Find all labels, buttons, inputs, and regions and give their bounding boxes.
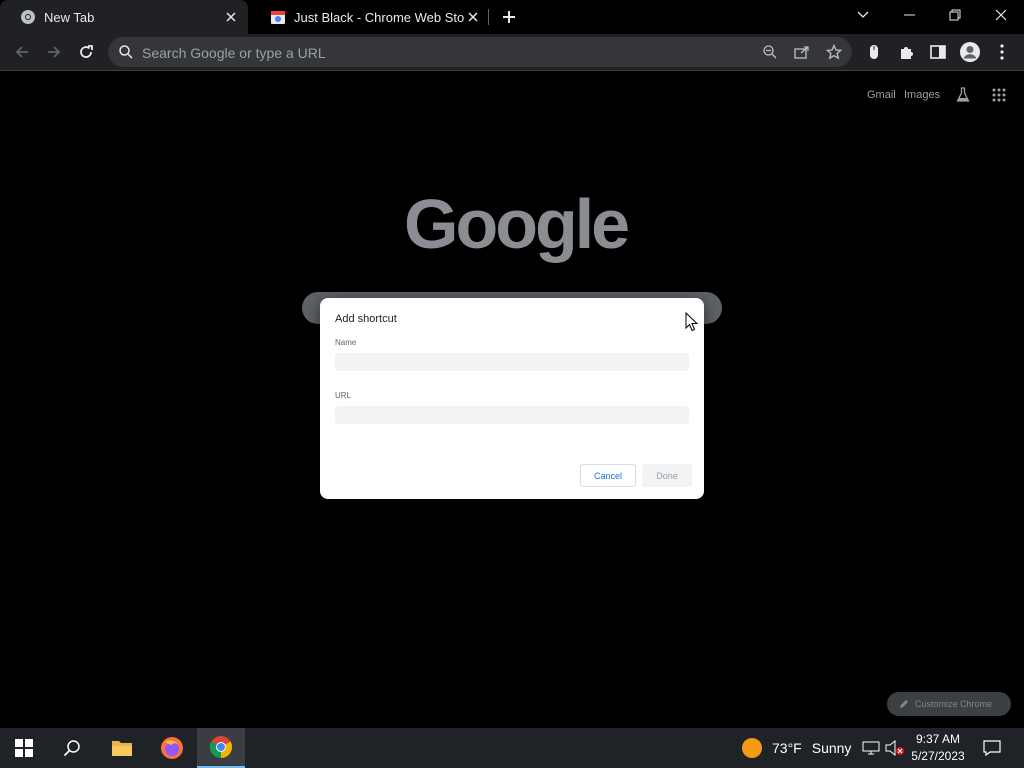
reload-button[interactable] — [74, 40, 98, 64]
chrome-icon — [20, 9, 36, 25]
search-icon — [63, 740, 80, 757]
system-clock[interactable]: 9:37 AM 5/27/2023 — [906, 731, 970, 765]
pencil-icon — [899, 699, 909, 709]
side-panel-button[interactable] — [926, 40, 950, 64]
gmail-link[interactable]: Gmail — [867, 89, 896, 101]
url-label: URL — [335, 391, 352, 400]
taskbar-search-button[interactable] — [48, 728, 96, 768]
weather-widget[interactable]: 73°F Sunny — [742, 728, 851, 768]
zoom-button[interactable] — [760, 42, 780, 62]
google-logo-text: Google — [404, 185, 630, 263]
firefox-button[interactable] — [148, 728, 196, 768]
web-store-icon — [270, 9, 286, 25]
close-window-button[interactable] — [978, 0, 1024, 30]
tab-separator — [488, 9, 489, 25]
clock-date: 5/27/2023 — [911, 749, 965, 763]
images-link[interactable]: Images — [904, 89, 940, 101]
restore-icon — [949, 9, 961, 21]
share-icon — [794, 46, 809, 59]
cancel-button[interactable]: Cancel — [580, 464, 636, 487]
url-field[interactable] — [335, 406, 689, 424]
minimize-button[interactable] — [886, 0, 932, 30]
puzzle-icon — [901, 47, 913, 59]
sun-icon — [742, 738, 762, 758]
omnibox-placeholder: Search Google or type a URL — [142, 45, 326, 61]
tab-search-button[interactable] — [840, 0, 886, 30]
customize-label: Customize Chrome — [915, 699, 993, 709]
mouse-cursor — [685, 311, 699, 332]
arrow-right-icon — [48, 46, 61, 58]
arrow-left-icon — [15, 46, 28, 58]
star-icon — [826, 44, 842, 60]
forward-button[interactable] — [42, 40, 66, 64]
toolbar: Search Google or type a URL — [0, 34, 1024, 71]
share-button[interactable] — [792, 42, 812, 62]
tab-new-tab[interactable]: New Tab — [0, 0, 248, 34]
weather-condition: Sunny — [811, 740, 852, 756]
avatar-icon — [960, 42, 980, 62]
tab-just-black[interactable]: Just Black - Chrome Web Store — [250, 0, 490, 34]
folder-icon — [112, 741, 132, 756]
name-label: Name — [335, 338, 357, 347]
name-field[interactable] — [335, 353, 689, 371]
network-icon[interactable] — [861, 738, 881, 758]
start-button[interactable] — [0, 728, 48, 768]
volume-muted-icon[interactable] — [885, 738, 905, 758]
customize-chrome-button[interactable]: Customize Chrome — [887, 692, 1011, 716]
taskbar: 73°F Sunny 9:37 AM 5/27/2023 — [0, 728, 1024, 768]
clock-time: 9:37 AM — [915, 732, 961, 746]
reload-icon — [80, 45, 93, 58]
bookmark-button[interactable] — [824, 42, 844, 62]
profile-button[interactable] — [958, 40, 982, 64]
close-icon — [995, 9, 1007, 21]
firefox-icon — [161, 737, 183, 759]
notification-icon[interactable] — [982, 738, 1002, 758]
chrome-taskbar-button[interactable] — [197, 728, 245, 768]
back-button[interactable] — [10, 40, 34, 64]
extension-button[interactable] — [862, 40, 886, 64]
tab-title: New Tab — [44, 9, 95, 25]
tab-title: Just Black - Chrome Web Store — [294, 9, 464, 25]
close-icon[interactable] — [222, 8, 240, 26]
labs-icon[interactable] — [954, 86, 972, 104]
minimize-icon — [903, 14, 915, 16]
plus-icon — [503, 11, 515, 23]
extensions-menu-button[interactable] — [894, 40, 918, 64]
menu-button[interactable] — [990, 40, 1014, 64]
file-explorer-button[interactable] — [98, 728, 146, 768]
zoom-out-icon — [763, 45, 777, 59]
restore-button[interactable] — [932, 0, 978, 30]
weather-temp: 73°F — [772, 740, 802, 756]
close-icon[interactable] — [464, 8, 482, 26]
mouse-icon — [870, 45, 878, 59]
tab-strip: New Tab Just Black - Chrome Web Store — [0, 0, 1024, 34]
windows-icon — [15, 739, 33, 757]
add-shortcut-dialog: Add shortcut Name URL Cancel Done — [320, 298, 704, 499]
google-logo: Google — [404, 184, 630, 264]
done-button[interactable]: Done — [642, 464, 692, 487]
more-vert-icon — [1000, 44, 1004, 60]
side-panel-icon — [930, 45, 946, 59]
chrome-icon — [210, 736, 232, 758]
search-icon — [119, 45, 133, 64]
apps-grid-icon[interactable] — [990, 86, 1008, 104]
dialog-title: Add shortcut — [335, 313, 397, 325]
omnibox[interactable]: Search Google or type a URL — [108, 37, 852, 67]
new-tab-button[interactable] — [498, 6, 520, 28]
chevron-down-icon — [857, 11, 869, 18]
